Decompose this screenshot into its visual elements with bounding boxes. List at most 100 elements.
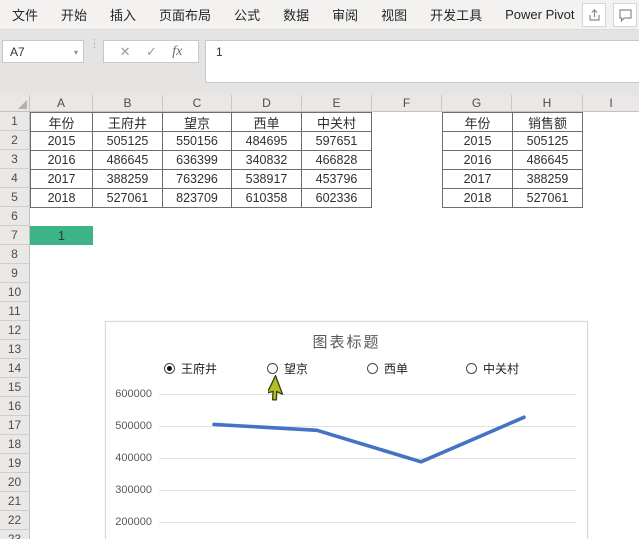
menu-item-2[interactable]: 插入 xyxy=(104,5,142,24)
menu-item-1[interactable]: 开始 xyxy=(55,5,93,24)
table-main-cell[interactable]: 2018 xyxy=(31,189,93,208)
row-header-14[interactable]: 14 xyxy=(0,359,30,378)
menu-item-7[interactable]: 视图 xyxy=(375,5,413,24)
row-header-18[interactable]: 18 xyxy=(0,435,30,454)
table-main-cell[interactable]: 597651 xyxy=(302,132,372,151)
table-main-cell[interactable]: 484695 xyxy=(232,132,302,151)
enter-icon[interactable]: ✓ xyxy=(146,44,157,60)
plot-area xyxy=(212,415,526,464)
row-header-12[interactable]: 12 xyxy=(0,321,30,340)
table-main-header-cell[interactable]: 望京 xyxy=(163,113,232,132)
comment-icon[interactable] xyxy=(613,3,637,27)
table-sales-cell[interactable]: 2015 xyxy=(443,132,513,151)
table-sales-header-cell[interactable]: 年份 xyxy=(443,113,513,132)
row-header-17[interactable]: 17 xyxy=(0,416,30,435)
column-header-A[interactable]: A xyxy=(30,95,93,112)
select-all-triangle-icon xyxy=(18,100,27,109)
table-main-header-cell[interactable]: 王府井 xyxy=(93,113,163,132)
table-main-cell[interactable]: 2016 xyxy=(31,151,93,170)
row-header-1[interactable]: 1 xyxy=(0,112,30,131)
row-header-6[interactable]: 6 xyxy=(0,207,30,226)
table-main-cell[interactable]: 505125 xyxy=(93,132,163,151)
table-main-cell[interactable]: 538917 xyxy=(232,170,302,189)
formula-buttons: ✕ ✓ fx xyxy=(103,40,199,63)
column-header-G[interactable]: G xyxy=(442,95,512,112)
menu-item-0[interactable]: 文件 xyxy=(6,5,44,24)
column-header-B[interactable]: B xyxy=(93,95,163,112)
table-main-cell[interactable]: 763296 xyxy=(163,170,232,189)
row-header-21[interactable]: 21 xyxy=(0,492,30,511)
row-header-10[interactable]: 10 xyxy=(0,283,30,302)
titlebar-buttons xyxy=(582,3,637,27)
row-header-23[interactable]: 23 xyxy=(0,530,30,539)
table-main-cell[interactable]: 340832 xyxy=(232,151,302,170)
excel-window: 文件 开始 插入 页面布局 公式 数据 审阅 视图 开发工具 Power Pivot A7 ▾ ⋮… xyxy=(0,0,639,539)
table-main-cell[interactable]: 466828 xyxy=(302,151,372,170)
menu-item-3[interactable]: 页面布局 xyxy=(153,5,217,24)
table-main-cell[interactable]: 2017 xyxy=(31,170,93,189)
row-header-20[interactable]: 20 xyxy=(0,473,30,492)
menu-item-4[interactable]: 公式 xyxy=(228,5,266,24)
table-sales-cell[interactable]: 2017 xyxy=(443,170,513,189)
table-main-cell[interactable]: 453796 xyxy=(302,170,372,189)
name-box-value: A7 xyxy=(10,44,25,59)
table-main-cell[interactable]: 610358 xyxy=(232,189,302,208)
table-main-cell[interactable]: 2015 xyxy=(31,132,93,151)
menu-item-5[interactable]: 数据 xyxy=(277,5,315,24)
table-sales-cell[interactable]: 388259 xyxy=(513,170,583,189)
data-series-line[interactable] xyxy=(212,415,526,464)
row-header-4[interactable]: 4 xyxy=(0,169,30,188)
table-sales-cell[interactable]: 2016 xyxy=(443,151,513,170)
table-sales-cell[interactable]: 527061 xyxy=(513,189,583,208)
formula-bar-resize-handle[interactable]: ⋮ xyxy=(89,39,100,50)
column-header-F[interactable]: F xyxy=(372,95,442,112)
row-header-11[interactable]: 11 xyxy=(0,302,30,321)
column-header-D[interactable]: D xyxy=(232,95,302,112)
column-header-E[interactable]: E xyxy=(302,95,372,112)
menu-item-6[interactable]: 审阅 xyxy=(326,5,364,24)
table-main-cell[interactable]: 388259 xyxy=(93,170,163,189)
row-header-22[interactable]: 22 xyxy=(0,511,30,530)
row-header-16[interactable]: 16 xyxy=(0,397,30,416)
row-header-3[interactable]: 3 xyxy=(0,150,30,169)
table-main-cell[interactable]: 602336 xyxy=(302,189,372,208)
table-main-cell[interactable]: 486645 xyxy=(93,151,163,170)
formula-input[interactable]: 1 xyxy=(205,40,639,83)
table-sales-cell[interactable]: 2018 xyxy=(443,189,513,208)
select-all-corner[interactable] xyxy=(0,95,30,112)
row-header-19[interactable]: 19 xyxy=(0,454,30,473)
row-header-2[interactable]: 2 xyxy=(0,131,30,150)
line-chart[interactable]: 图表标题 王府井 望京 西单 中关村 600000 500000 400000 300000… xyxy=(105,321,588,539)
name-box[interactable]: A7 ▾ xyxy=(2,40,84,63)
row-header-13[interactable]: 13 xyxy=(0,340,30,359)
share-icon[interactable] xyxy=(582,3,606,27)
table-main-cell[interactable]: 636399 xyxy=(163,151,232,170)
cancel-icon[interactable]: ✕ xyxy=(120,44,131,60)
row-header-5[interactable]: 5 xyxy=(0,188,30,207)
table-main-cell[interactable]: 550156 xyxy=(163,132,232,151)
menu-item-8[interactable]: 开发工具 xyxy=(424,5,488,24)
column-header-I[interactable]: I xyxy=(583,95,639,112)
worksheet[interactable]: ABCDEFGHI 1 2 3 4 5 6 7 8 9 10 11 12 13 14 15 16 17 18 19 2… xyxy=(0,95,639,539)
formula-bar-row: A7 ▾ ⋮ ✕ ✓ fx 1 xyxy=(0,30,639,95)
selected-cell-A7[interactable]: 1 xyxy=(30,226,93,245)
table-main-header-cell[interactable]: 年份 xyxy=(31,113,93,132)
table-sales-header-cell[interactable]: 销售额 xyxy=(513,113,583,132)
table-main-cell[interactable]: 823709 xyxy=(163,189,232,208)
insert-function-icon[interactable]: fx xyxy=(172,44,182,60)
table-main-header-cell[interactable]: 中关村 xyxy=(302,113,372,132)
column-header-C[interactable]: C xyxy=(163,95,232,112)
row-header-9[interactable]: 9 xyxy=(0,264,30,283)
row-header-15[interactable]: 15 xyxy=(0,378,30,397)
mouse-cursor xyxy=(268,375,284,401)
column-header-H[interactable]: H xyxy=(512,95,583,112)
ribbon-tab-bar: 文件 开始 插入 页面布局 公式 数据 审阅 视图 开发工具 Power Pivot xyxy=(0,0,639,30)
row-header-8[interactable]: 8 xyxy=(0,245,30,264)
table-sales-cell[interactable]: 505125 xyxy=(513,132,583,151)
name-box-caret-icon[interactable]: ▾ xyxy=(74,48,78,57)
table-main-header-cell[interactable]: 西单 xyxy=(232,113,302,132)
menu-item-9[interactable]: Power Pivot xyxy=(499,7,580,22)
table-main-cell[interactable]: 527061 xyxy=(93,189,163,208)
row-header-7[interactable]: 7 xyxy=(0,226,30,245)
table-sales-cell[interactable]: 486645 xyxy=(513,151,583,170)
